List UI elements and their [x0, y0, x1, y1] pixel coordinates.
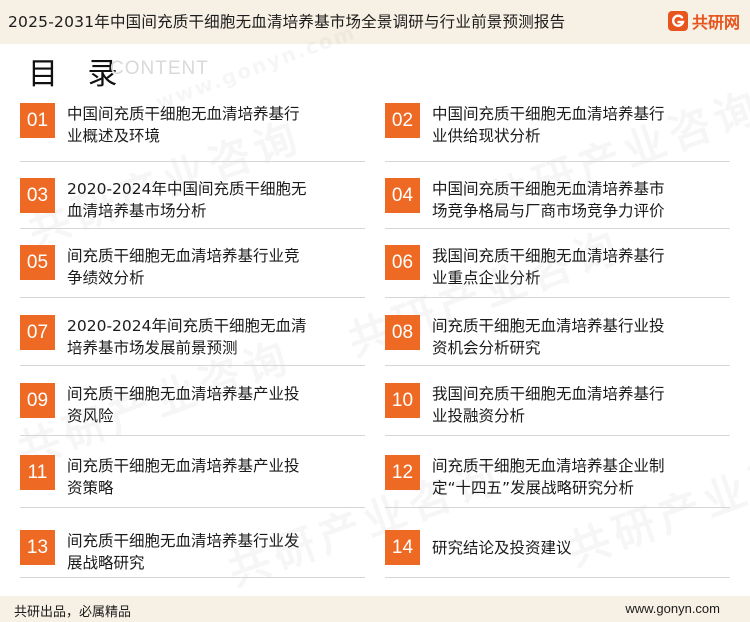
entry-title: 间充质干细胞无血清培养基产业投 资风险 — [67, 385, 300, 425]
entry-number: 06 — [385, 245, 420, 280]
entry-number: 13 — [20, 530, 55, 565]
toc-entry-02[interactable]: 02 中国间充质干细胞无血清培养基行 业供给现状分析 — [385, 103, 730, 163]
toc-entry-04[interactable]: 04 中国间充质干细胞无血清培养基市 场竞争格局与厂商市场竞争力评价 — [385, 178, 730, 238]
entry-divider — [20, 228, 365, 229]
entry-divider — [385, 228, 730, 229]
entry-title: 2020-2024年中国间充质干细胞无 血清培养基市场分析 — [67, 180, 307, 220]
toc-entry-01[interactable]: 01 中国间充质干细胞无血清培养基行 业概述及环境 — [20, 103, 365, 163]
entry-number: 08 — [385, 315, 420, 350]
entry-number: 10 — [385, 383, 420, 418]
entry-divider — [20, 365, 365, 366]
toc-entry-13[interactable]: 13 间充质干细胞无血清培养基行业发 展战略研究 — [20, 530, 365, 590]
entry-title: 中国间充质干细胞无血清培养基行 业供给现状分析 — [432, 105, 665, 145]
entry-title: 研究结论及投资建议 — [432, 539, 572, 557]
toc-entry-09[interactable]: 09 间充质干细胞无血清培养基产业投 资风险 — [20, 383, 365, 443]
footer-slogan: 共研出品，必属精品 — [14, 605, 132, 620]
footer-website[interactable]: www.gonyn.com — [625, 601, 720, 616]
entry-number: 07 — [20, 315, 55, 350]
footer-bar: 共研出品，必属精品 www.gonyn.com — [0, 596, 750, 622]
entry-divider — [20, 507, 365, 508]
entry-title: 间充质干细胞无血清培养基行业竞 争绩效分析 — [67, 247, 300, 287]
entry-divider — [20, 161, 365, 162]
entry-divider — [385, 297, 730, 298]
entry-number: 11 — [20, 455, 55, 490]
toc-entry-12[interactable]: 12 间充质干细胞无血清培养基企业制 定“十四五”发展战略研究分析 — [385, 455, 730, 515]
entry-number: 04 — [385, 178, 420, 213]
entry-divider — [385, 161, 730, 162]
entry-title: 2020-2024年间充质干细胞无血清 培养基市场发展前景预测 — [67, 317, 307, 357]
toc-entry-08[interactable]: 08 间充质干细胞无血清培养基行业投 资机会分析研究 — [385, 315, 730, 375]
toc-entry-03[interactable]: 03 2020-2024年中国间充质干细胞无 血清培养基市场分析 — [20, 178, 365, 238]
entry-divider — [20, 435, 365, 436]
entry-divider — [20, 297, 365, 298]
entry-divider — [20, 577, 365, 578]
toc-entries: 01 中国间充质干细胞无血清培养基行 业概述及环境 02 中国间充质干细胞无血清培… — [0, 0, 750, 622]
toc-entry-14[interactable]: 14 研究结论及投资建议 — [385, 530, 730, 590]
entry-divider — [385, 365, 730, 366]
entry-number: 09 — [20, 383, 55, 418]
entry-title: 中国间充质干细胞无血清培养基市 场竞争格局与厂商市场竞争力评价 — [432, 180, 665, 220]
entry-title: 我国间充质干细胞无血清培养基行 业投融资分析 — [432, 385, 665, 425]
entry-number: 05 — [20, 245, 55, 280]
entry-title: 我国间充质干细胞无血清培养基行 业重点企业分析 — [432, 247, 665, 287]
entry-title: 间充质干细胞无血清培养基行业发 展战略研究 — [67, 532, 300, 572]
entry-number: 14 — [385, 530, 420, 565]
entry-title: 间充质干细胞无血清培养基产业投 资策略 — [67, 457, 300, 497]
toc-entry-07[interactable]: 07 2020-2024年间充质干细胞无血清 培养基市场发展前景预测 — [20, 315, 365, 375]
toc-entry-11[interactable]: 11 间充质干细胞无血清培养基产业投 资策略 — [20, 455, 365, 515]
entry-divider — [385, 435, 730, 436]
entry-number: 01 — [20, 103, 55, 138]
toc-entry-06[interactable]: 06 我国间充质干细胞无血清培养基行 业重点企业分析 — [385, 245, 730, 305]
entry-number: 03 — [20, 178, 55, 213]
entry-number: 12 — [385, 455, 420, 490]
entry-number: 02 — [385, 103, 420, 138]
entry-divider — [385, 577, 730, 578]
entry-title: 间充质干细胞无血清培养基行业投 资机会分析研究 — [432, 317, 665, 357]
entry-divider — [385, 507, 730, 508]
toc-entry-10[interactable]: 10 我国间充质干细胞无血清培养基行 业投融资分析 — [385, 383, 730, 443]
toc-entry-05[interactable]: 05 间充质干细胞无血清培养基行业竞 争绩效分析 — [20, 245, 365, 305]
entry-title: 间充质干细胞无血清培养基企业制 定“十四五”发展战略研究分析 — [432, 457, 665, 497]
entry-title: 中国间充质干细胞无血清培养基行 业概述及环境 — [67, 105, 300, 145]
